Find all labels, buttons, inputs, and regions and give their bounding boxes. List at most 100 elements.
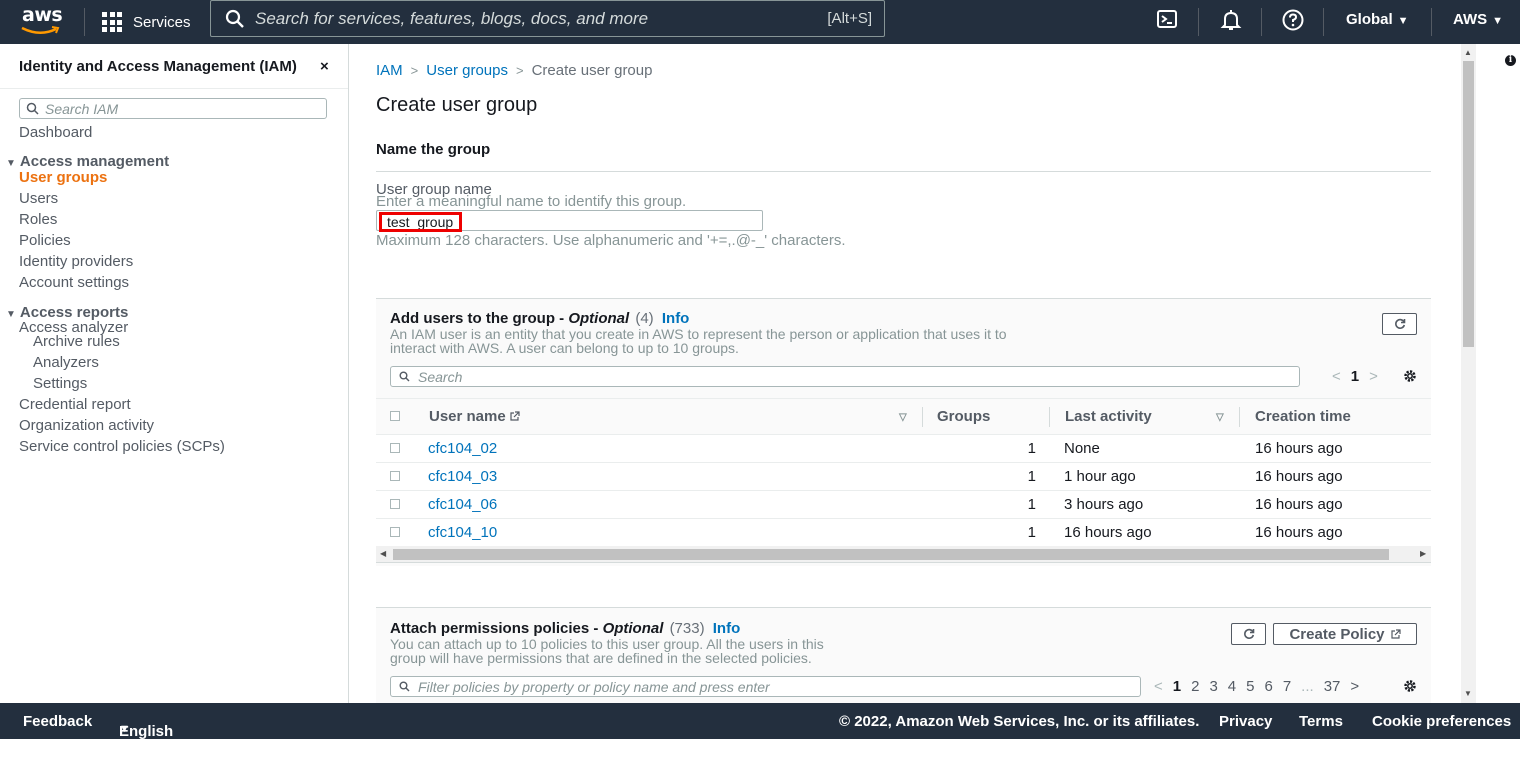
user-name-link[interactable]: cfc104_06 <box>428 496 497 513</box>
table-row[interactable]: cfc104_02 1 None 16 hours ago <box>376 434 1431 463</box>
row-checkbox[interactable] <box>390 471 400 481</box>
col-user-name[interactable]: User name ▽ <box>414 398 923 435</box>
policies-page-7[interactable]: 7 <box>1283 678 1291 695</box>
col-creation-time[interactable]: Creation time <box>1240 398 1431 435</box>
aws-logo[interactable]: aws <box>20 4 64 40</box>
cloudshell-icon[interactable] <box>1156 8 1182 34</box>
creation-time-cell: 16 hours ago <box>1240 462 1431 491</box>
users-search[interactable] <box>390 366 1300 387</box>
table-row[interactable]: cfc104_03 1 1 hour ago 16 hours ago <box>376 462 1431 491</box>
policies-page-1[interactable]: 1 <box>1173 678 1181 695</box>
chevron-right-icon[interactable]: > <box>1350 678 1359 695</box>
sidebar: Identity and Access Management (IAM) × D… <box>0 44 349 703</box>
select-all-checkbox[interactable] <box>390 411 400 421</box>
col-groups[interactable]: Groups <box>923 398 1050 435</box>
sidebar-item-credential-report[interactable]: Credential report <box>19 396 131 413</box>
sidebar-item-policies[interactable]: Policies <box>19 232 71 249</box>
cookie-preferences-link[interactable]: Cookie preferences <box>1372 713 1511 730</box>
scroll-left-icon[interactable]: ◀ <box>380 549 386 558</box>
policies-panel-title-text: Attach permissions policies - <box>390 620 599 637</box>
close-icon[interactable]: × <box>320 58 329 75</box>
policies-search-input[interactable] <box>410 678 1140 695</box>
help-icon[interactable] <box>1281 8 1307 34</box>
row-checkbox[interactable] <box>390 443 400 453</box>
sidebar-item-organization-activity[interactable]: Organization activity <box>19 417 154 434</box>
table-horizontal-scrollbar[interactable]: ◀ ▶ <box>376 546 1431 563</box>
policies-page-2[interactable]: 2 <box>1191 678 1199 695</box>
policies-page-37[interactable]: 37 <box>1324 678 1341 695</box>
scroll-up-icon[interactable]: ▲ <box>1464 48 1472 57</box>
global-search-input[interactable] <box>245 8 828 29</box>
sidebar-item-archive-rules[interactable]: Archive rules <box>33 333 120 350</box>
search-shortcut: [Alt+S] <box>827 10 872 27</box>
refresh-policies-button[interactable] <box>1231 623 1266 645</box>
policies-page-5[interactable]: 5 <box>1246 678 1254 695</box>
sidebar-item-roles[interactable]: Roles <box>19 211 57 228</box>
access-management-heading[interactable]: ▼ Access management <box>6 153 169 170</box>
feedback-link[interactable]: Feedback <box>23 713 92 730</box>
breadcrumb-user-groups[interactable]: User groups <box>426 62 508 79</box>
sidebar-search[interactable] <box>19 98 327 119</box>
table-row[interactable]: cfc104_06 1 3 hours ago 16 hours ago <box>376 490 1431 519</box>
scroll-down-icon[interactable]: ▼ <box>1464 689 1472 698</box>
scrollbar-thumb[interactable] <box>1463 61 1474 347</box>
policies-optional: Optional <box>602 620 664 637</box>
row-checkbox[interactable] <box>390 527 400 537</box>
users-page-current[interactable]: 1 <box>1351 368 1359 385</box>
table-row[interactable]: cfc104_10 1 16 hours ago 16 hours ago <box>376 518 1431 547</box>
refresh-users-button[interactable] <box>1382 313 1417 335</box>
users-table: User name ▽ Groups Last activity ▽ Creat… <box>376 398 1431 547</box>
policies-settings-gear-icon[interactable] <box>1403 679 1417 696</box>
services-menu-button[interactable]: Services <box>102 8 191 36</box>
users-search-input[interactable] <box>410 368 1299 385</box>
scrollbar-thumb[interactable] <box>393 549 1389 560</box>
aws-smile-icon <box>21 26 60 34</box>
privacy-link[interactable]: Privacy <box>1219 713 1272 730</box>
chevron-left-icon[interactable]: < <box>1332 368 1341 385</box>
info-icon[interactable]: i <box>1505 55 1516 66</box>
users-info-link[interactable]: Info <box>662 310 690 327</box>
users-settings-gear-icon[interactable] <box>1403 369 1417 386</box>
region-selector[interactable]: Global ▼ <box>1346 11 1409 28</box>
sidebar-item-users[interactable]: Users <box>19 190 58 207</box>
sidebar-item-dashboard[interactable]: Dashboard <box>19 124 92 141</box>
chevron-left-icon[interactable]: < <box>1154 678 1163 695</box>
sidebar-item-settings[interactable]: Settings <box>33 375 87 392</box>
page-vertical-scrollbar[interactable]: ▲ ▼ <box>1461 44 1476 703</box>
global-search-bar[interactable]: [Alt+S] <box>210 0 885 37</box>
chevron-right-icon[interactable]: > <box>1369 368 1378 385</box>
create-policy-button[interactable]: Create Policy <box>1273 623 1417 645</box>
refresh-icon <box>1243 628 1254 639</box>
col-last-activity[interactable]: Last activity ▽ <box>1050 398 1240 435</box>
sidebar-item-scps[interactable]: Service control policies (SCPs) <box>19 438 225 455</box>
select-all-cell <box>376 398 414 435</box>
user-name-link[interactable]: cfc104_03 <box>428 468 497 485</box>
sidebar-item-account-settings[interactable]: Account settings <box>19 274 129 291</box>
breadcrumb-iam[interactable]: IAM <box>376 62 403 79</box>
row-checkbox[interactable] <box>390 499 400 509</box>
groups-cell: 1 <box>923 462 1050 491</box>
policies-search[interactable] <box>390 676 1141 697</box>
group-name-field[interactable] <box>376 210 763 232</box>
policies-page-3[interactable]: 3 <box>1209 678 1217 695</box>
sort-caret-icon[interactable]: ▽ <box>899 412 907 423</box>
policies-page-6[interactable]: 6 <box>1264 678 1272 695</box>
account-menu[interactable]: AWS ▼ <box>1453 11 1503 28</box>
sidebar-item-analyzers[interactable]: Analyzers <box>33 354 99 371</box>
terms-link[interactable]: Terms <box>1299 713 1343 730</box>
policies-info-link[interactable]: Info <box>713 620 741 637</box>
sidebar-item-identity-providers[interactable]: Identity providers <box>19 253 133 270</box>
group-name-input[interactable] <box>379 212 462 232</box>
user-name-link[interactable]: cfc104_10 <box>428 524 497 541</box>
sidebar-item-user-groups[interactable]: User groups <box>19 169 107 186</box>
sidebar-search-input[interactable] <box>39 100 326 117</box>
user-name-cell: cfc104_02 <box>414 434 923 463</box>
bell-icon[interactable] <box>1219 8 1245 34</box>
user-name-link[interactable]: cfc104_02 <box>428 440 497 457</box>
scroll-right-icon[interactable]: ▶ <box>1420 549 1426 558</box>
caret-down-icon: ▼ <box>1397 15 1409 27</box>
row-select-cell <box>376 434 414 463</box>
last-activity-cell: 16 hours ago <box>1050 518 1240 547</box>
policies-page-4[interactable]: 4 <box>1228 678 1236 695</box>
sort-caret-icon[interactable]: ▽ <box>1216 412 1224 423</box>
